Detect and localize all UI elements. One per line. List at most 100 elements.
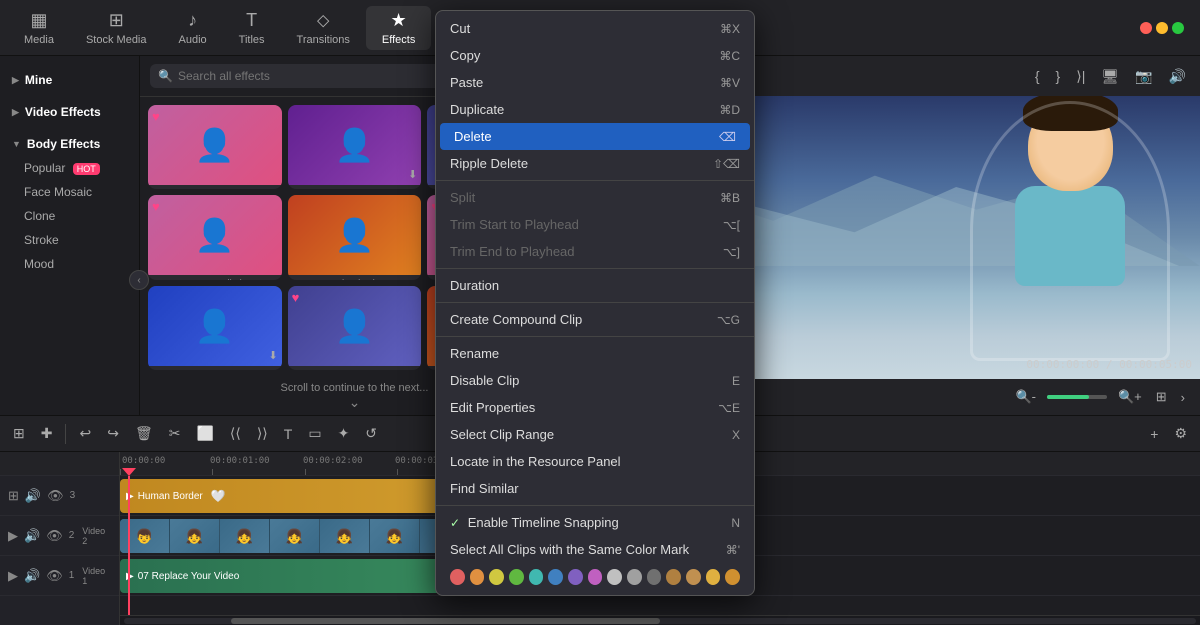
prev-frame-btn[interactable]: ⟨⟨ — [225, 422, 246, 445]
window-maximize[interactable] — [1172, 22, 1184, 34]
refresh-btn[interactable]: ↺ — [360, 422, 382, 445]
rect-tool-btn[interactable]: ▭ — [303, 422, 326, 445]
ctx-copy[interactable]: Copy ⌘C — [436, 42, 754, 69]
color-dot-yellow[interactable] — [489, 569, 504, 585]
effect-item-neon-ring-10[interactable]: ⬇ 👤 Neon Ring 10 — [288, 105, 422, 189]
preview-volume-btn[interactable]: 🔊 — [1165, 66, 1190, 87]
ctx-duration[interactable]: Duration — [436, 272, 754, 299]
ctx-delete[interactable]: Delete ⌫ — [440, 123, 750, 150]
ctx-rename[interactable]: Rename — [436, 340, 754, 367]
timeline-settings-btn[interactable]: ⚙ — [1169, 422, 1192, 445]
timeline-scrollbar[interactable] — [120, 615, 1200, 625]
track2-icon: ▶ — [8, 528, 18, 544]
preview-monitor-btn[interactable]: 🖥 — [1097, 66, 1123, 87]
ctx-enable-snapping[interactable]: ✓ Enable Timeline Snapping N — [436, 509, 754, 536]
color-dot-pink[interactable] — [588, 569, 603, 585]
color-dot-blue[interactable] — [548, 569, 563, 585]
sidebar-section-video-effects: ▶ Video Effects — [0, 96, 139, 128]
sidebar-subitem-popular[interactable]: Popular HOT — [0, 156, 139, 180]
sidebar-section-mine: ▶ Mine — [0, 64, 139, 96]
playhead[interactable] — [128, 476, 130, 615]
tab-media[interactable]: ▦ Media — [8, 6, 70, 50]
ctx-duplicate[interactable]: Duplicate ⌘D — [436, 96, 754, 123]
ctx-separator-2 — [436, 268, 754, 269]
preview-split-btn[interactable]: ⟩| — [1072, 66, 1089, 87]
color-dot-dark-gray[interactable] — [647, 569, 662, 585]
preview-curly-close-btn[interactable]: } — [1052, 66, 1065, 86]
tab-transitions[interactable]: ⬦ Transitions — [281, 6, 366, 50]
crop-btn[interactable]: ⬜ — [191, 422, 218, 445]
effect-item-electro-optical[interactable]: ♥ 👤 Electro-optical ... — [148, 105, 282, 189]
ctx-disable-clip[interactable]: Disable Clip E — [436, 367, 754, 394]
color-dot-gold[interactable] — [706, 569, 721, 585]
effect-item-neon-trailing-4[interactable]: ⬇ 👤 Neon Trailing 4 — [148, 286, 282, 370]
text-tool-btn[interactable]: T — [279, 423, 298, 445]
sidebar-collapse-button[interactable]: ‹ — [129, 270, 149, 290]
color-dot-orange[interactable] — [470, 569, 485, 585]
add-media-btn[interactable]: + — [1145, 423, 1163, 445]
track2-eye-icon[interactable]: 👁 — [46, 528, 63, 544]
preview-camera-btn[interactable]: 📷 — [1131, 66, 1156, 87]
window-minimize[interactable] — [1156, 22, 1168, 34]
sidebar-subitem-mood[interactable]: Mood — [0, 252, 139, 276]
ai-btn[interactable]: ✦ — [333, 422, 355, 445]
split-view-btn[interactable]: ⊞ — [8, 422, 30, 445]
ctx-paste[interactable]: Paste ⌘V — [436, 69, 754, 96]
ctx-find-similar[interactable]: Find Similar — [436, 475, 754, 502]
zoom-out-btn[interactable]: 🔍- — [1012, 387, 1039, 407]
cut-btn[interactable]: ✂ — [164, 422, 186, 445]
preview-curly-open-btn[interactable]: { — [1031, 66, 1044, 86]
mine-arrow-icon: ▶ — [12, 75, 19, 86]
next-frame-btn[interactable]: ⟩⟩ — [252, 422, 273, 445]
tab-audio[interactable]: ♪ Audio — [163, 6, 223, 50]
sidebar-subitem-face-mosaic[interactable]: Face Mosaic — [0, 180, 139, 204]
color-dot-amber[interactable] — [725, 569, 740, 585]
ctx-ripple-delete[interactable]: Ripple Delete ⇧⌫ — [436, 150, 754, 177]
undo-btn[interactable]: ↩ — [74, 422, 96, 445]
volume-slider[interactable] — [1047, 395, 1107, 399]
tab-titles[interactable]: T Titles — [223, 6, 281, 50]
sidebar-item-mine[interactable]: ▶ Mine — [0, 68, 139, 92]
window-close[interactable] — [1140, 22, 1152, 34]
ctx-select-clip-range[interactable]: Select Clip Range X — [436, 421, 754, 448]
track1-icon: ▶ — [8, 568, 18, 584]
sidebar-item-body-effects[interactable]: ▼ Body Effects — [0, 132, 139, 156]
track1-eye-icon[interactable]: 👁 — [46, 568, 63, 584]
zoom-in-btn[interactable]: 🔍+ — [1115, 387, 1145, 407]
color-dot-teal[interactable] — [529, 569, 544, 585]
effect-item-neon-flow-10[interactable]: ♥ 👤 Neon Flow 10 — [288, 286, 422, 370]
color-dot-khaki[interactable] — [686, 569, 701, 585]
scroll-thumb[interactable] — [231, 618, 660, 624]
sidebar-subitem-stroke[interactable]: Stroke — [0, 228, 139, 252]
check-icon: ✓ — [450, 516, 460, 530]
color-dot-light-gray[interactable] — [607, 569, 622, 585]
color-dot-purple[interactable] — [568, 569, 583, 585]
delete-btn[interactable]: 🗑 — [130, 422, 158, 445]
effect-item-human-glitch[interactable]: ♥ 👤 Human Glitch — [148, 195, 282, 279]
grid-view-btn[interactable]: ⊞ — [1153, 387, 1170, 407]
more-btn[interactable]: › — [1178, 388, 1188, 407]
ctx-edit-properties[interactable]: Edit Properties ⌥E — [436, 394, 754, 421]
color-dot-red[interactable] — [450, 569, 465, 585]
color-dot-green[interactable] — [509, 569, 524, 585]
effect-item-burning-body[interactable]: 👤 Burning body 1 — [288, 195, 422, 279]
download-icon: ⬇ — [408, 168, 417, 181]
tab-stock-media[interactable]: ⊞ Stock Media — [70, 6, 163, 50]
magnet-btn[interactable]: ✚ — [36, 422, 58, 445]
ctx-create-compound[interactable]: Create Compound Clip ⌥G — [436, 306, 754, 333]
preview-timecode-total: 00:00:00:00 / 00:00:05:00 — [1026, 358, 1192, 371]
ctx-cut[interactable]: Cut ⌘X — [436, 15, 754, 42]
color-dot-tan[interactable] — [666, 569, 681, 585]
track-labels: ⊞ 🔊 👁 3 ▶ 🔊 👁 2 Video 2 ▶ 🔊 👁 1 Video 1 — [0, 452, 120, 625]
color-dot-gray[interactable] — [627, 569, 642, 585]
track3-eye-icon[interactable]: 👁 — [47, 488, 64, 504]
ctx-split: Split ⌘B — [436, 184, 754, 211]
ctx-select-same-color[interactable]: Select All Clips with the Same Color Mar… — [436, 536, 754, 563]
sidebar-subitem-clone[interactable]: Clone — [0, 204, 139, 228]
ctx-locate-resource[interactable]: Locate in the Resource Panel — [436, 448, 754, 475]
redo-btn[interactable]: ↪ — [102, 422, 124, 445]
titles-icon: T — [246, 10, 257, 31]
sidebar-item-video-effects[interactable]: ▶ Video Effects — [0, 100, 139, 124]
tab-effects[interactable]: ★ Effects — [366, 6, 431, 50]
color-marks-row — [436, 563, 754, 591]
